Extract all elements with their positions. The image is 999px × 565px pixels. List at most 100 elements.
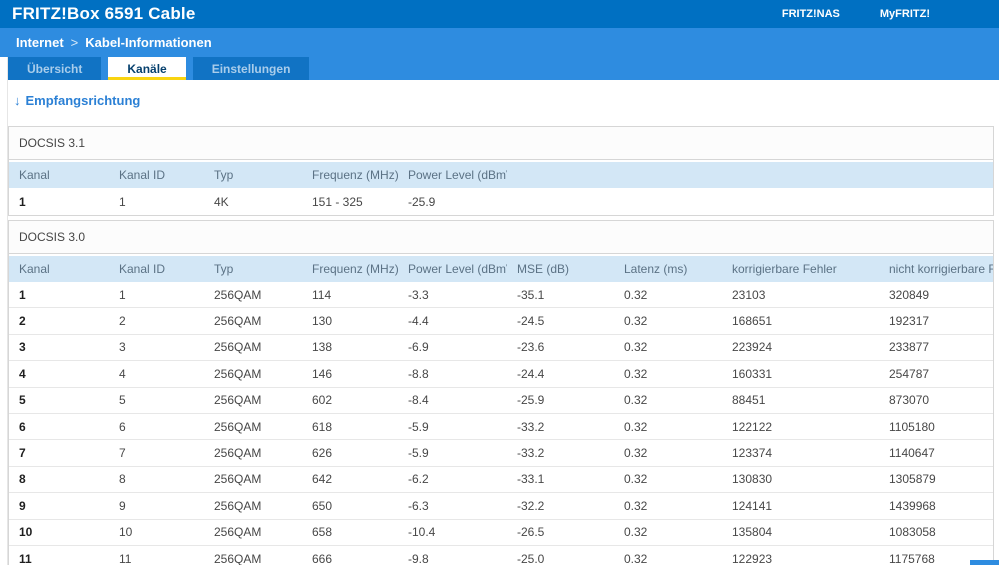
horizontal-scrollbar-thumb[interactable] xyxy=(970,560,999,565)
app-header: FRITZ!Box 6591 Cable FRITZ!NAS MyFRITZ! xyxy=(0,0,999,28)
fritznas-link[interactable]: FRITZ!NAS xyxy=(782,8,840,20)
table-cell: -32.2 xyxy=(517,498,545,513)
table-cell: 618 xyxy=(312,419,333,434)
column-header: Kanal ID xyxy=(119,262,166,276)
table-cell: 10 xyxy=(19,525,33,540)
table-cell: 11 xyxy=(19,552,32,565)
table-cell: 130 xyxy=(312,314,333,329)
section-title: Empfangsrichtung xyxy=(25,93,141,108)
table-cell: 256QAM xyxy=(214,498,262,513)
table-cell: 0.32 xyxy=(624,366,648,381)
empfangsrichtung-toggle[interactable]: ↓ Empfangsrichtung xyxy=(14,93,140,108)
table-cell: 5 xyxy=(119,393,126,408)
column-header: MSE (dB) xyxy=(517,262,570,276)
breadcrumb-item-internet[interactable]: Internet xyxy=(16,35,64,50)
table-cell: 0.32 xyxy=(624,552,648,565)
table-cell: 1083058 xyxy=(889,525,936,540)
table-cell: 2 xyxy=(119,314,126,329)
table-cell: -24.5 xyxy=(517,314,545,329)
table-cell: -23.6 xyxy=(517,340,545,355)
table-cell: 4 xyxy=(119,366,126,381)
table-row: 9 9 256QAM 650 -6.3 -32.2 0.32 124141 1439968 xyxy=(9,493,993,520)
table-cell: 4K xyxy=(214,194,229,209)
table-cell: -24.4 xyxy=(517,366,545,381)
table-caption: DOCSIS 3.0 xyxy=(9,221,993,254)
table-cell: 256QAM xyxy=(214,340,262,355)
breadcrumb: Internet > Kabel-Informationen xyxy=(0,28,999,57)
table-cell: 256QAM xyxy=(214,446,262,461)
table-row: 4 4 256QAM 146 -8.8 -24.4 0.32 160331 254787 xyxy=(9,361,993,388)
table-cell: -9.8 xyxy=(408,552,429,565)
table-cell: -8.4 xyxy=(408,393,429,408)
table-cell: -35.1 xyxy=(517,287,545,302)
table-cell: 3 xyxy=(19,340,26,355)
table-cell: -4.4 xyxy=(408,314,429,329)
table-cell: 0.32 xyxy=(624,287,648,302)
table-cell: 0.32 xyxy=(624,340,648,355)
tab-label: Übersicht xyxy=(27,61,83,76)
table-cell: 8 xyxy=(119,472,126,487)
myfritz-link[interactable]: MyFRITZ! xyxy=(880,8,930,20)
tab-einstellungen[interactable]: Einstellungen xyxy=(192,57,310,80)
table-cell: -8.8 xyxy=(408,366,429,381)
table-cell: 10 xyxy=(119,525,133,540)
table-cell: 192317 xyxy=(889,314,930,329)
tab-kanaele[interactable]: Kanäle xyxy=(108,57,186,80)
table-cell: 256QAM xyxy=(214,472,262,487)
main-content: ↓ Empfangsrichtung DOCSIS 3.1 Kanal Kanal … xyxy=(8,80,994,565)
column-header: Kanal xyxy=(19,168,50,182)
table-row: 10 10 256QAM 658 -10.4 -26.5 0.32 135804 1083058 xyxy=(9,520,993,546)
table-cell: 0.32 xyxy=(624,393,648,408)
column-header: nicht korrigierbare Fehler xyxy=(889,262,993,276)
tab-label: Einstellungen xyxy=(211,61,291,76)
table-cell: 642 xyxy=(312,472,333,487)
column-header: Frequenz (MHz) xyxy=(312,262,398,276)
table-cell: 256QAM xyxy=(214,366,262,381)
table-row: 8 8 256QAM 642 -6.2 -33.1 0.32 130830 1305879 xyxy=(9,467,993,494)
table-row: 11 11 256QAM 666 -9.8 -25.0 0.32 122923 1175768 xyxy=(9,546,993,565)
left-page-edge xyxy=(0,57,8,565)
table-row: 1 1 256QAM 114 -3.3 -35.1 0.32 23103 320849 xyxy=(9,282,993,309)
table-row: 1 1 4K 151 - 325 -25.9 xyxy=(9,188,993,215)
table-cell: 1 xyxy=(19,194,26,209)
app-title: FRITZ!Box 6591 Cable xyxy=(12,4,196,23)
table-cell: 114 xyxy=(312,287,332,302)
table-cell: 9 xyxy=(119,498,126,513)
column-header: Typ xyxy=(214,262,234,276)
table-cell: 7 xyxy=(119,446,126,461)
table-cell: 0.32 xyxy=(624,498,648,513)
table-cell: 256QAM xyxy=(214,419,262,434)
table-cell: 130830 xyxy=(732,472,773,487)
table-cell: 256QAM xyxy=(214,287,262,302)
column-header: korrigierbare Fehler xyxy=(732,262,837,276)
table-row: 2 2 256QAM 130 -4.4 -24.5 0.32 168651 192317 xyxy=(9,308,993,335)
column-header: Typ xyxy=(214,168,234,182)
column-header: Latenz (ms) xyxy=(624,262,688,276)
table-cell: 650 xyxy=(312,498,333,513)
table-cell: 666 xyxy=(312,552,333,565)
table-cell: -25.9 xyxy=(517,393,545,408)
docsis-30-table: DOCSIS 3.0 Kanal Kanal ID Typ Frequenz (MHz)… xyxy=(8,220,994,565)
table-cell: 88451 xyxy=(732,393,766,408)
table-cell: 0.32 xyxy=(624,525,648,540)
table-cell: -26.5 xyxy=(517,525,545,540)
table-cell: 146 xyxy=(312,366,333,381)
table-cell: -5.9 xyxy=(408,446,429,461)
table-cell: 658 xyxy=(312,525,333,540)
table-cell: 11 xyxy=(119,552,132,565)
table-cell: 23103 xyxy=(732,287,766,302)
table-cell: 320849 xyxy=(889,287,930,302)
table-cell: 122923 xyxy=(732,552,773,565)
docsis-31-table: DOCSIS 3.1 Kanal Kanal ID Typ Frequenz (MHz)… xyxy=(8,126,994,216)
table-cell: 124141 xyxy=(732,498,773,513)
table-cell: 233877 xyxy=(889,340,930,355)
table-cell: 6 xyxy=(119,419,126,434)
table-cell: 5 xyxy=(19,393,26,408)
table-cell: -6.2 xyxy=(408,472,429,487)
table-cell: 254787 xyxy=(889,366,930,381)
table-cell: 9 xyxy=(19,498,26,513)
tab-uebersicht[interactable]: Übersicht xyxy=(8,57,102,80)
table-cell: 602 xyxy=(312,393,333,408)
table-cell: 256QAM xyxy=(214,393,262,408)
table-cell: 151 - 325 xyxy=(312,194,363,209)
